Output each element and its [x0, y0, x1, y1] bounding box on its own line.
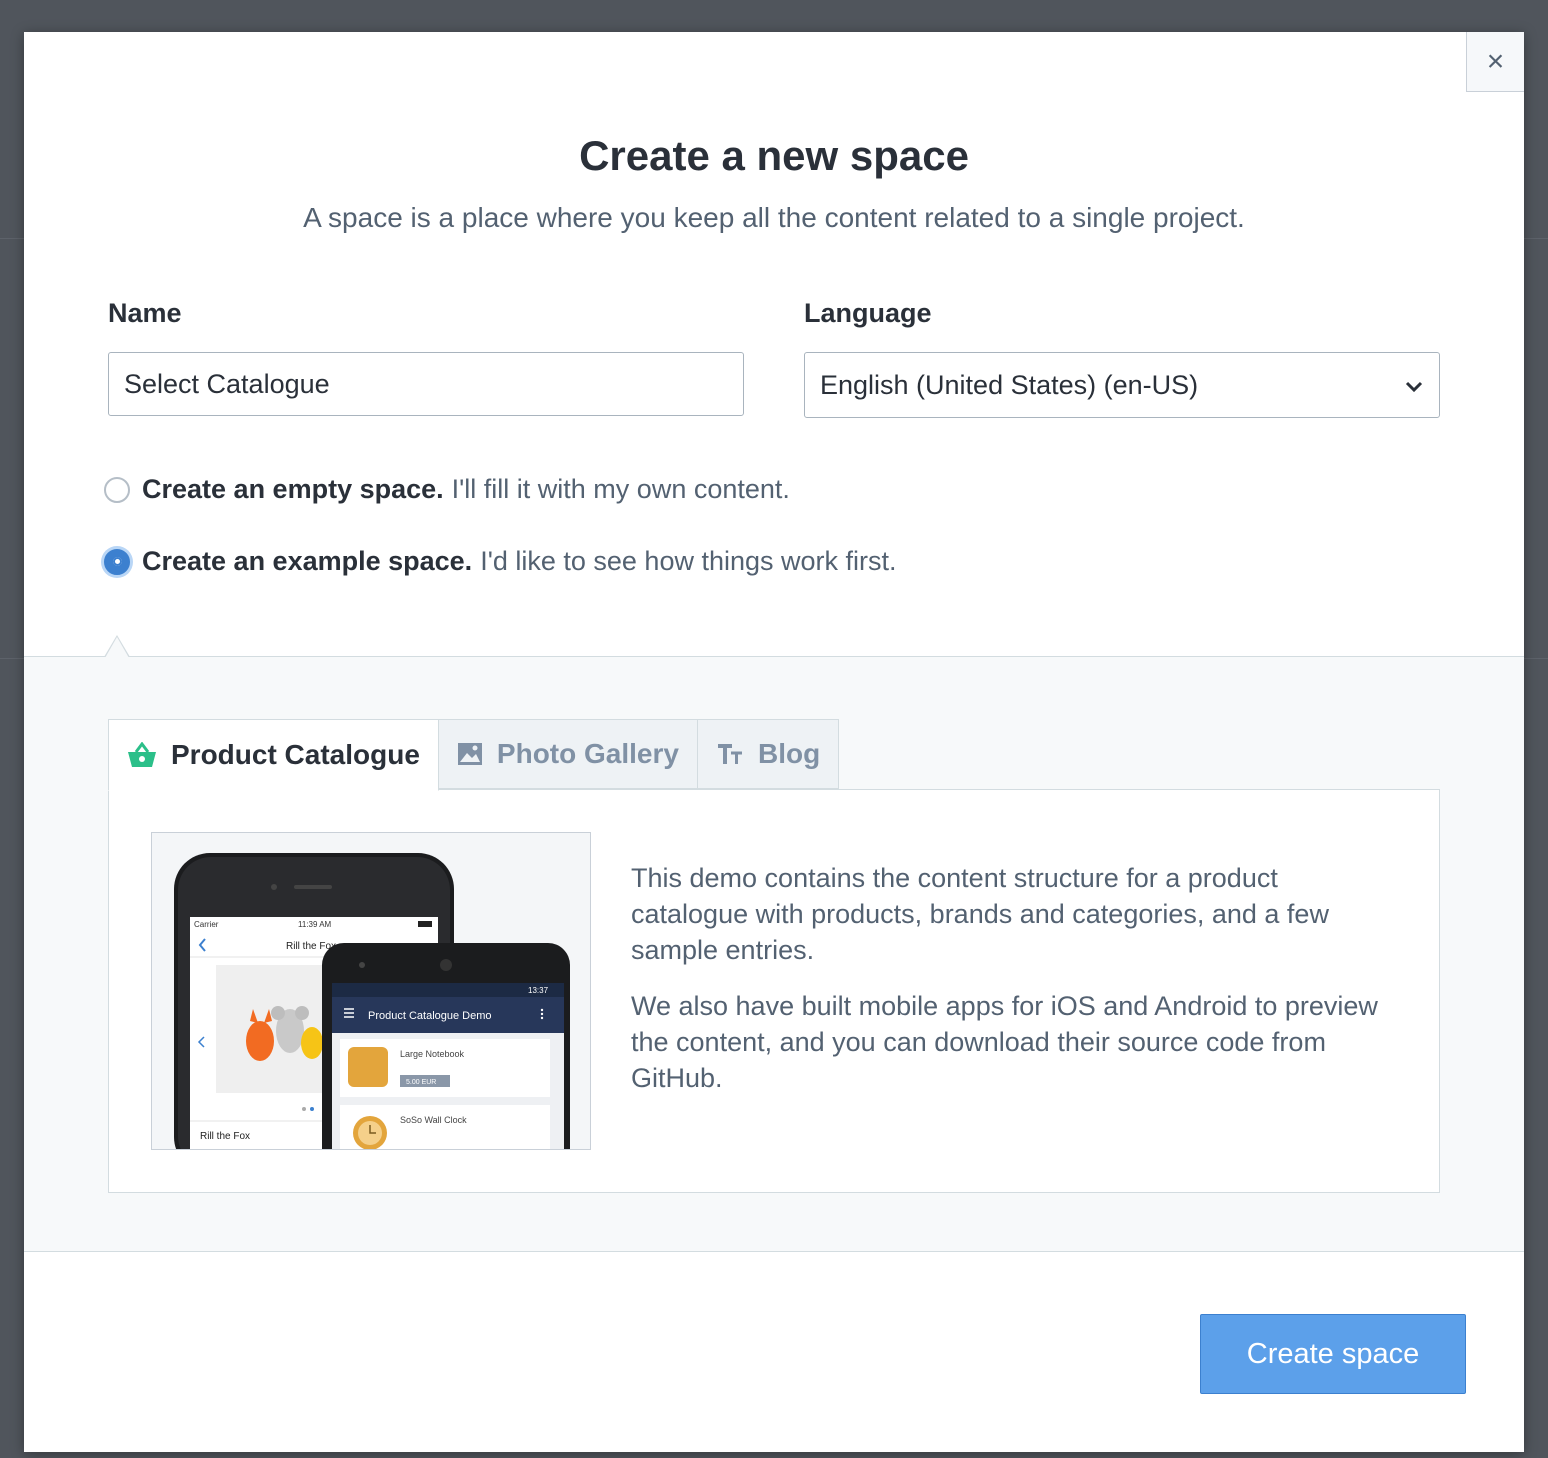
ios-time: 11:39 AM — [298, 920, 332, 929]
tab-photo-gallery[interactable]: Photo Gallery — [437, 719, 698, 789]
name-label: Name — [108, 298, 182, 328]
ios-caption: Rill the Fox — [200, 1131, 250, 1142]
create-space-dialog: × Create a new space A space is a place … — [24, 32, 1524, 1452]
tab-blog[interactable]: Blog — [696, 719, 840, 789]
option-example-space-title: Create an example space. — [142, 546, 473, 576]
description-paragraph-2: We also have built mobile apps for iOS a… — [631, 991, 1378, 1093]
basket-icon — [127, 742, 157, 768]
android-screen-title: Product Catalogue Demo — [368, 1010, 492, 1022]
dialog-subtitle: A space is a place where you keep all th… — [303, 202, 1245, 233]
language-label: Language — [804, 298, 932, 328]
image-icon — [457, 742, 483, 766]
text-icon — [716, 742, 744, 766]
tab-label: Photo Gallery — [496, 738, 679, 769]
example-templates-section: Product Catalogue Photo Gallery Blog Car… — [24, 635, 1524, 1252]
template-tabs: Product Catalogue Photo Gallery Blog — [108, 719, 840, 791]
create-space-button[interactable]: Create space — [1200, 1314, 1466, 1394]
template-description: This demo contains the content structure… — [631, 860, 1401, 1116]
item2-name: SoSo Wall Clock — [400, 1115, 467, 1125]
tab-product-catalogue[interactable]: Product Catalogue — [108, 719, 439, 791]
tab-label: Product Catalogue — [171, 739, 420, 770]
chevron-down-icon — [1404, 370, 1424, 401]
ios-carrier: Carrier — [194, 920, 219, 929]
template-panel: Carrier 11:39 AM Rill the Fox Rill the F… — [108, 789, 1440, 1193]
item1-price: 5.00 EUR — [406, 1079, 436, 1086]
toy-fox — [246, 1021, 274, 1061]
close-button[interactable]: × — [1466, 32, 1524, 92]
option-example-space[interactable]: Create an example space. I'd like to see… — [104, 546, 897, 577]
option-empty-space-desc: I'll fill it with my own content. — [451, 474, 790, 504]
dialog-title: Create a new space — [579, 132, 969, 179]
template-preview-image: Carrier 11:39 AM Rill the Fox Rill the F… — [151, 832, 591, 1150]
item1-name: Large Notebook — [400, 1049, 465, 1059]
radio-empty-space[interactable] — [104, 476, 130, 503]
language-selected-value: English (United States) (en-US) — [820, 369, 1199, 400]
tab-label: Blog — [757, 738, 821, 769]
language-select[interactable]: English (United States) (en-US) — [804, 352, 1440, 418]
toy-bird — [301, 1027, 323, 1059]
close-icon: × — [1486, 44, 1505, 78]
option-empty-space[interactable]: Create an empty space. I'll fill it with… — [104, 474, 790, 505]
name-input[interactable] — [108, 352, 744, 416]
android-time: 13:37 — [528, 986, 549, 995]
description-paragraph-1: This demo contains the content structure… — [631, 863, 1329, 965]
radio-example-space[interactable] — [104, 548, 130, 575]
option-empty-space-title: Create an empty space. — [142, 474, 444, 504]
option-example-space-desc: I'd like to see how things work first. — [480, 546, 897, 576]
